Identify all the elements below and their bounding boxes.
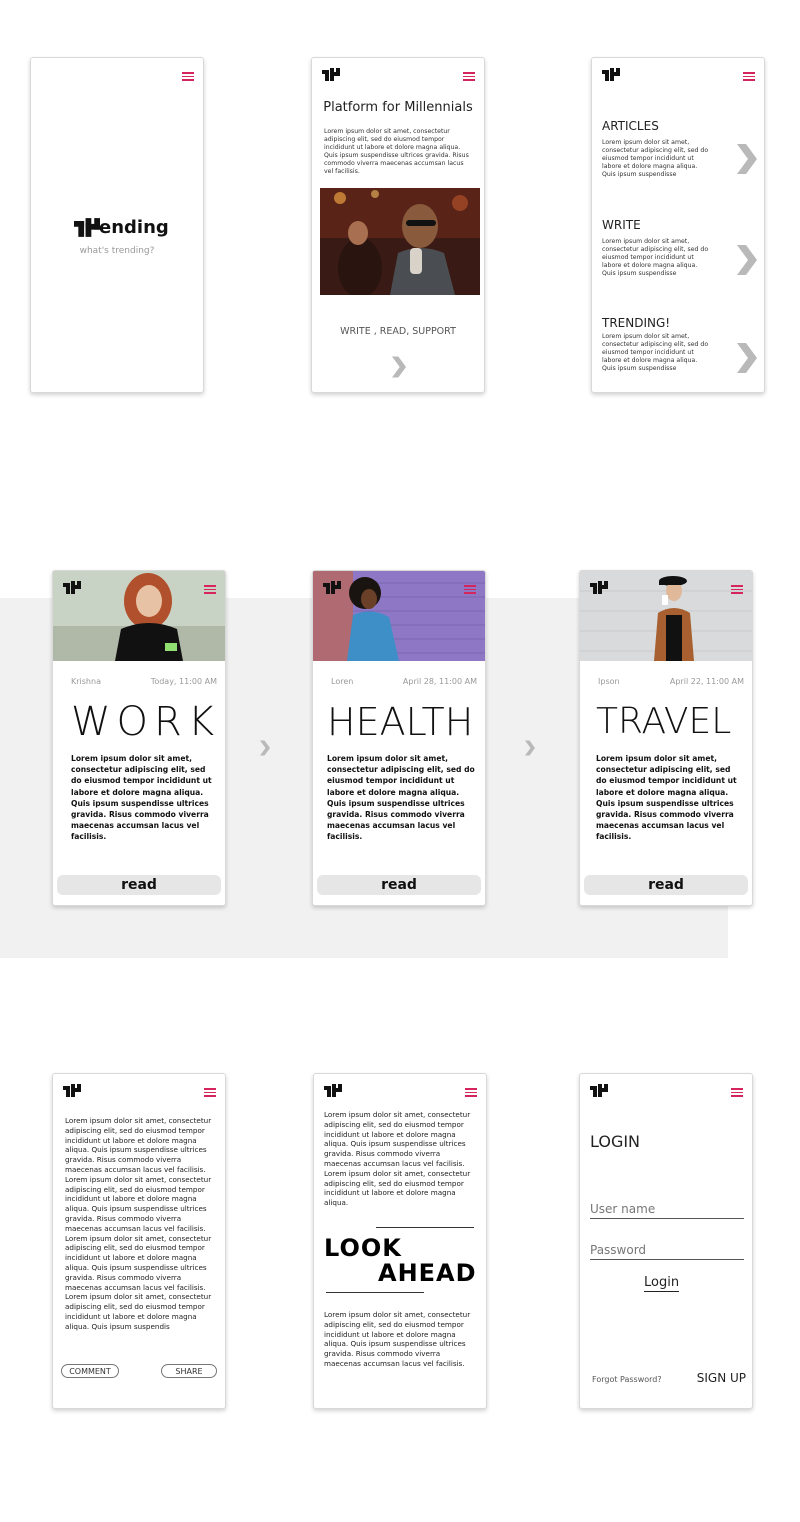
section-trending[interactable]: TRENDING! Lorem ipsum dolor sit amet, co… bbox=[602, 316, 752, 373]
share-button[interactable]: SHARE bbox=[161, 1364, 217, 1378]
article-body: Lorem ipsum dolor sit amet, consectetur … bbox=[596, 754, 737, 842]
quote-screen: Lorem ipsum dolor sit amet, consectetur … bbox=[313, 1073, 487, 1409]
menu-icon[interactable] bbox=[465, 1088, 477, 1097]
login-screen: LOGIN Login Forgot Password? SIGN UP bbox=[579, 1073, 753, 1409]
trending-logo-icon bbox=[63, 1084, 81, 1097]
article-date: Today, 11:00 AM bbox=[150, 677, 217, 686]
carousel-next-icon[interactable] bbox=[260, 740, 270, 756]
trending-logo-icon bbox=[322, 68, 340, 81]
menu-icon[interactable] bbox=[731, 585, 743, 594]
carousel-next-icon[interactable] bbox=[525, 740, 535, 756]
write-arrow-icon[interactable] bbox=[737, 245, 757, 275]
intro-screen: Platform for Millennials Lorem ipsum dol… bbox=[311, 57, 485, 393]
trending-logo-icon bbox=[602, 68, 620, 81]
trending-logo-icon bbox=[63, 581, 81, 594]
sections-screen: ARTICLES Lorem ipsum dolor sit amet, con… bbox=[591, 57, 765, 393]
quote-line-2: AHEAD bbox=[378, 1259, 477, 1287]
menu-icon[interactable] bbox=[464, 585, 476, 594]
article-category: TRAVEL bbox=[596, 701, 732, 742]
intro-title: Platform for Millennials bbox=[323, 100, 473, 115]
trending-arrow-icon[interactable] bbox=[737, 343, 757, 373]
menu-icon[interactable] bbox=[204, 585, 216, 594]
menu-icon[interactable] bbox=[743, 72, 755, 81]
section-text: Lorem ipsum dolor sit amet, consectetur … bbox=[602, 139, 709, 178]
section-write[interactable]: WRITE Lorem ipsum dolor sit amet, consec… bbox=[602, 218, 752, 278]
section-title: ARTICLES bbox=[602, 119, 659, 133]
menu-icon[interactable] bbox=[463, 72, 475, 81]
next-arrow-icon[interactable] bbox=[392, 356, 406, 378]
reading-screen: Lorem ipsum dolor sit amet, consectetur … bbox=[52, 1073, 226, 1409]
section-articles[interactable]: ARTICLES Lorem ipsum dolor sit amet, con… bbox=[602, 119, 752, 179]
article-date: April 28, 11:00 AM bbox=[402, 677, 477, 686]
article-author: Ipson bbox=[598, 677, 620, 686]
quote-line-1: LOOK bbox=[324, 1234, 402, 1262]
signup-link[interactable]: SIGN UP bbox=[697, 1371, 746, 1385]
article-meta: Loren April 28, 11:00 AM bbox=[331, 677, 477, 686]
menu-icon[interactable] bbox=[731, 1088, 743, 1097]
articles-arrow-icon[interactable] bbox=[737, 144, 757, 174]
username-input[interactable] bbox=[590, 1200, 744, 1219]
section-title: WRITE bbox=[602, 218, 641, 232]
splash-tagline: what's trending? bbox=[79, 246, 155, 256]
reading-text: Lorem ipsum dolor sit amet, consectetur … bbox=[65, 1116, 212, 1331]
quote-rule-top bbox=[376, 1227, 474, 1228]
intro-photo bbox=[320, 188, 480, 295]
password-input[interactable] bbox=[590, 1241, 744, 1260]
section-title: TRENDING! bbox=[602, 316, 671, 330]
logo-wordmark: ending bbox=[99, 216, 169, 238]
login-button[interactable]: Login bbox=[644, 1275, 680, 1292]
quote-rule-bottom bbox=[326, 1292, 424, 1293]
forgot-password-link[interactable]: Forgot Password? bbox=[592, 1375, 662, 1384]
menu-icon[interactable] bbox=[204, 1088, 216, 1097]
quote-top-text: Lorem ipsum dolor sit amet, consectetur … bbox=[324, 1110, 471, 1208]
article-author: Krishna bbox=[71, 677, 101, 686]
article-body: Lorem ipsum dolor sit amet, consectetur … bbox=[71, 754, 212, 842]
article-body: Lorem ipsum dolor sit amet, consectetur … bbox=[327, 754, 475, 842]
trending-logo-icon bbox=[323, 581, 341, 594]
article-category: WORK bbox=[71, 699, 221, 745]
read-button[interactable]: read bbox=[317, 875, 481, 895]
read-button[interactable]: read bbox=[584, 875, 748, 895]
article-meta: Krishna Today, 11:00 AM bbox=[71, 677, 217, 686]
trending-logo-icon bbox=[74, 218, 100, 237]
article-card-travel: Ipson April 22, 11:00 AM TRAVEL Lorem ip… bbox=[579, 570, 753, 906]
section-text: Lorem ipsum dolor sit amet, consectetur … bbox=[602, 238, 709, 277]
splash-screen: ending what's trending? bbox=[30, 57, 204, 393]
intro-paragraph: Lorem ipsum dolor sit amet, consectetur … bbox=[324, 128, 469, 175]
comment-button[interactable]: COMMENT bbox=[61, 1364, 119, 1378]
section-text: Lorem ipsum dolor sit amet, consectetur … bbox=[602, 333, 709, 372]
article-author: Loren bbox=[331, 677, 354, 686]
article-meta: Ipson April 22, 11:00 AM bbox=[598, 677, 744, 686]
splash-logo: ending bbox=[74, 216, 169, 238]
article-category: HEALTH bbox=[327, 700, 474, 744]
menu-icon[interactable] bbox=[182, 72, 194, 81]
article-card-work: Krishna Today, 11:00 AM WORK Lorem ipsum… bbox=[52, 570, 226, 906]
login-title: LOGIN bbox=[590, 1132, 641, 1151]
trending-logo-icon bbox=[590, 581, 608, 594]
intro-tagline: WRITE , READ, SUPPORT bbox=[340, 326, 456, 337]
trending-logo-icon bbox=[590, 1084, 608, 1097]
quote-bottom-text: Lorem ipsum dolor sit amet, consectetur … bbox=[324, 1310, 471, 1368]
article-date: April 22, 11:00 AM bbox=[669, 677, 744, 686]
article-card-health: Loren April 28, 11:00 AM HEALTH Lorem ip… bbox=[312, 570, 486, 906]
trending-logo-icon bbox=[324, 1084, 342, 1097]
read-button[interactable]: read bbox=[57, 875, 221, 895]
